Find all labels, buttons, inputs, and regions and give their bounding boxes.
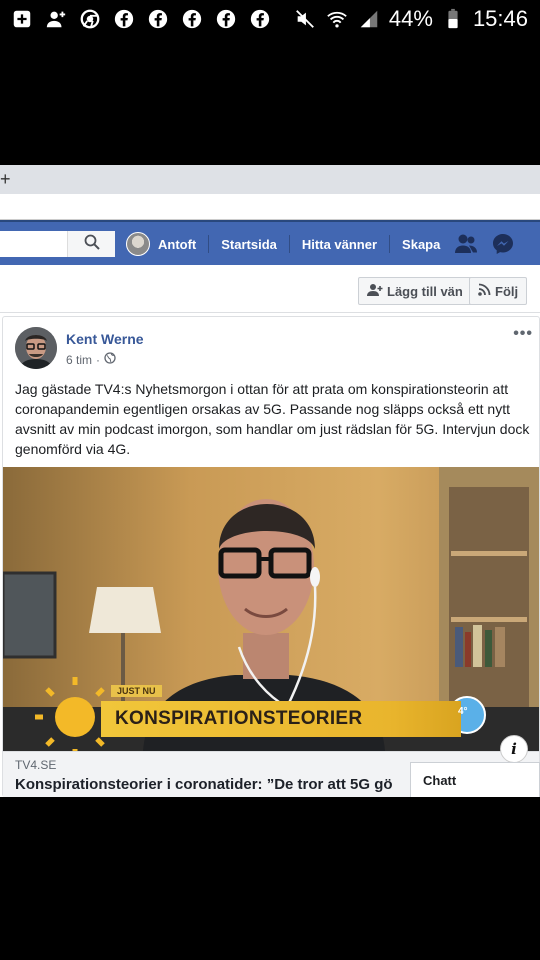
author-avatar[interactable] xyxy=(15,327,57,369)
facebook-icon xyxy=(248,7,272,31)
friend-requests-icon[interactable] xyxy=(454,233,478,255)
search-icon xyxy=(84,234,100,255)
nav-find-friends-link[interactable]: Hitta vänner xyxy=(302,237,377,252)
post-timestamp[interactable]: 6 tim xyxy=(66,353,92,367)
globe-icon xyxy=(104,352,116,367)
nav-profile-link[interactable]: Antoft xyxy=(158,237,196,252)
link-preview-image[interactable]: JUST NU KONSPIRATIONSTEORIER 4° xyxy=(3,467,539,751)
notification-icons xyxy=(10,7,272,31)
chrome-icon xyxy=(78,7,102,31)
post-body: Jag gästade TV4:s Nyhetsmorgon i ottan f… xyxy=(15,381,530,457)
browser-tab-strip: + xyxy=(0,165,540,194)
browser-viewport: + Antoft Startsida Hitta vänner Skapa Lä… xyxy=(0,165,540,797)
banner-headline: KONSPIRATIONSTEORIER xyxy=(101,701,461,737)
post-author[interactable]: Kent Werne xyxy=(66,331,144,347)
nav-divider xyxy=(389,235,391,253)
link-domain: TV4.SE xyxy=(15,758,57,772)
post-meta: 6 tim · xyxy=(66,352,116,367)
rss-icon xyxy=(478,283,491,299)
signal-icon xyxy=(357,7,381,31)
mute-icon xyxy=(293,7,317,31)
chat-tab[interactable]: Chatt xyxy=(410,762,540,797)
messenger-icon[interactable] xyxy=(492,233,514,255)
facebook-icon xyxy=(146,7,170,31)
facebook-icon xyxy=(112,7,136,31)
system-status: 44% 15:46 xyxy=(293,6,528,32)
nav-divider xyxy=(208,235,210,253)
post-options-button[interactable]: ••• xyxy=(513,325,533,343)
info-button[interactable]: i xyxy=(500,735,528,763)
add-friend-icon xyxy=(367,283,383,300)
banner-breaking-label: JUST NU xyxy=(111,685,162,697)
plus-box-icon xyxy=(10,7,34,31)
new-tab-button[interactable]: + xyxy=(0,169,11,190)
facebook-icon xyxy=(214,7,238,31)
facebook-top-bar: Antoft Startsida Hitta vänner Skapa xyxy=(0,220,540,265)
post-card: Kent Werne 6 tim · ••• Jag gästade TV4:s… xyxy=(2,316,540,797)
battery-icon xyxy=(441,7,465,31)
avatar[interactable] xyxy=(126,232,150,256)
weather-temperature: 4° xyxy=(458,706,468,717)
browser-address-row xyxy=(0,194,540,220)
add-friend-label: Lägg till vän xyxy=(387,283,463,299)
follow-button[interactable]: Följ xyxy=(469,277,528,305)
profile-action-bar: Lägg till vän Följ xyxy=(0,265,540,313)
add-friend-button[interactable]: Lägg till vän xyxy=(358,277,472,305)
nav-divider xyxy=(288,235,290,253)
search-input[interactable] xyxy=(0,231,115,257)
facebook-icon xyxy=(180,7,204,31)
clock: 15:46 xyxy=(472,6,528,31)
nav-home-link[interactable]: Startsida xyxy=(221,237,277,252)
nav-create-link[interactable]: Skapa xyxy=(402,237,440,252)
status-bar: 44% 15:46 xyxy=(0,0,540,38)
meta-separator: · xyxy=(96,352,101,367)
follow-label: Följ xyxy=(495,283,519,299)
facebook-nav: Antoft Startsida Hitta vänner Skapa xyxy=(126,229,514,259)
add-person-icon xyxy=(44,7,68,31)
battery-percent: 44% xyxy=(388,6,433,31)
wifi-icon xyxy=(325,7,349,31)
search-button[interactable] xyxy=(67,231,115,257)
